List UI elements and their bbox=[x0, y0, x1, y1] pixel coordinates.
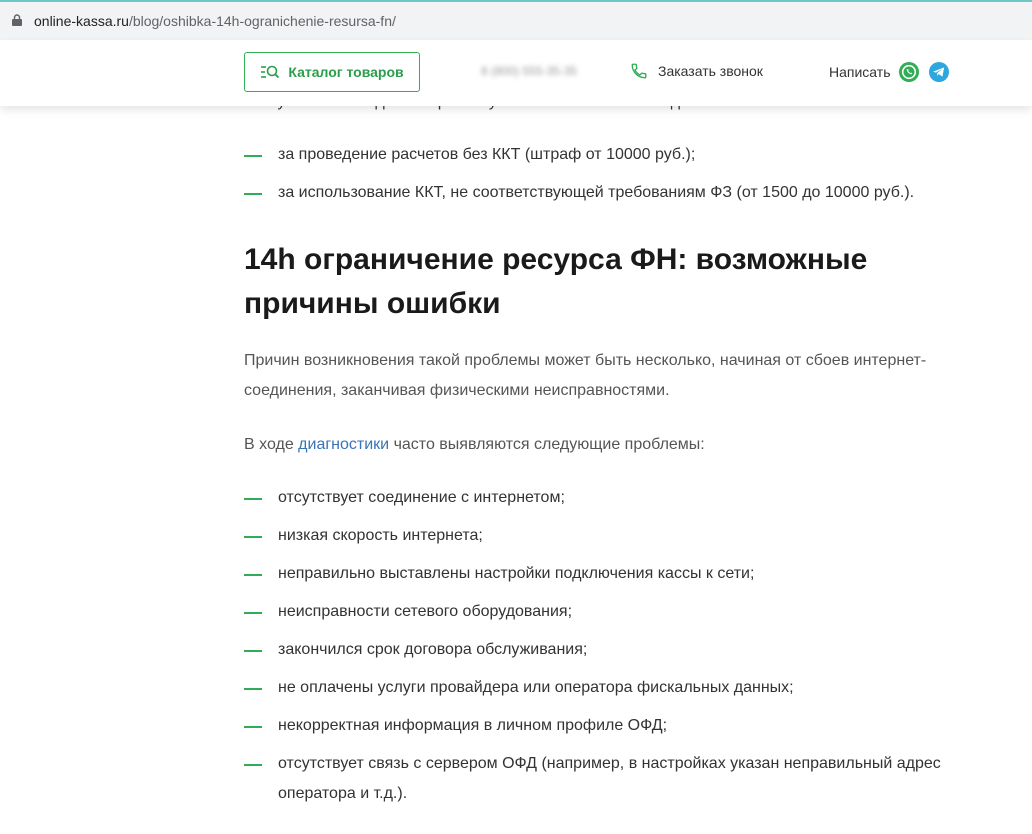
fines-list: за проведение расчетов без ККТ (штраф от… bbox=[244, 140, 984, 216]
diagnostics-link[interactable]: диагностики bbox=[298, 436, 389, 453]
list-item: отсутствует соединение с интернетом; bbox=[244, 483, 984, 513]
section-heading: 14h ограничение ресурса ФН: возможные пр… bbox=[244, 243, 868, 320]
list-item: не оплачены услуги провайдера или операт… bbox=[244, 673, 984, 703]
lock-icon bbox=[12, 14, 22, 26]
callback-button[interactable]: Заказать звонок bbox=[630, 62, 763, 80]
write-contacts: Написать bbox=[829, 61, 950, 83]
intro-paragraph: Причин возникновения такой проблемы може… bbox=[244, 352, 927, 399]
list-item: неправильно выставлены настройки подключ… bbox=[244, 559, 984, 589]
list-item: за проведение расчетов без ККТ (штраф от… bbox=[244, 140, 984, 170]
url-text[interactable]: online-kassa.ru/blog/oshibka-14h-ogranic… bbox=[34, 13, 396, 29]
url-domain: online-kassa.ru bbox=[34, 13, 129, 29]
list-item: некорректная информация в личном профиле… bbox=[244, 711, 984, 741]
catalog-button[interactable]: Каталог товаров bbox=[244, 52, 420, 92]
list-item: низкая скорость интернета; bbox=[244, 521, 984, 551]
phone-number[interactable]: 8 (800) 555-35-35 bbox=[481, 64, 577, 78]
catalog-search-icon bbox=[261, 65, 280, 79]
diag-prefix: В ходе bbox=[244, 436, 299, 453]
url-path: /blog/oshibka-14h-ogranichenie-resursa-f… bbox=[128, 13, 396, 29]
diagnostics-paragraph: В ходе диагностики часто выявляются след… bbox=[244, 430, 974, 460]
write-label: Написать bbox=[829, 64, 891, 80]
site-header: Каталог товаров 8 (800) 555-35-35 Заказа… bbox=[0, 40, 1032, 106]
telegram-icon[interactable] bbox=[928, 61, 950, 83]
list-item: закончился срок договора обслуживания; bbox=[244, 635, 984, 665]
whatsapp-icon[interactable] bbox=[898, 61, 920, 83]
catalog-label: Каталог товаров bbox=[288, 64, 404, 80]
list-item: за использование ККТ, не соответствующей… bbox=[244, 178, 984, 208]
callback-label: Заказать звонок bbox=[658, 63, 763, 79]
diag-suffix: часто выявляются следующие проблемы: bbox=[389, 436, 705, 453]
browser-address-bar[interactable]: online-kassa.ru/blog/oshibka-14h-ogranic… bbox=[0, 0, 1032, 40]
problems-list: отсутствует соединение с интернетом; низ… bbox=[244, 483, 984, 817]
list-item: отсутствует связь с сервером ОФД (наприм… bbox=[244, 749, 984, 809]
phone-icon bbox=[631, 63, 647, 79]
list-item: неисправности сетевого оборудования; bbox=[244, 597, 984, 627]
